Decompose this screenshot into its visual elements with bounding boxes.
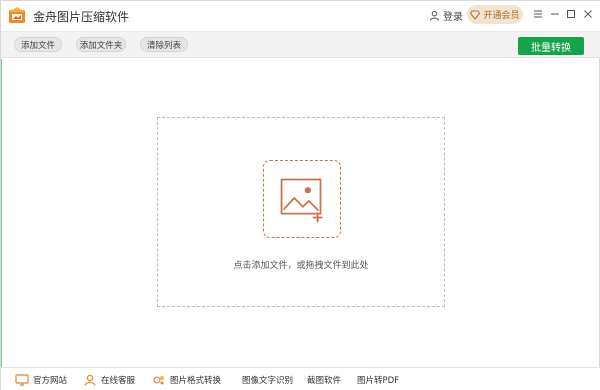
close-button[interactable]: [581, 7, 595, 21]
add-image-icon: [280, 178, 323, 223]
image-format-convert-link[interactable]: 图片格式转换: [152, 374, 221, 386]
maximize-icon: [567, 10, 575, 18]
file-drop-zone[interactable]: 点击添加文件，或拖拽文件到此处: [157, 117, 445, 307]
online-support-link[interactable]: 在线客服: [83, 374, 135, 386]
user-icon: [429, 10, 440, 21]
monitor-icon: [15, 374, 29, 386]
diamond-icon: [470, 10, 481, 20]
vip-button[interactable]: 开通会员: [467, 5, 523, 24]
footer-item-label: 图片格式转换: [170, 376, 222, 386]
left-accent-line: [1, 59, 2, 367]
footer-item-label: 截图软件: [307, 376, 342, 386]
app-title: 金舟图片压缩软件: [33, 10, 130, 24]
add-file-button[interactable]: 添加文件: [14, 37, 62, 52]
footer-item-label: 图像文字识别: [242, 376, 294, 386]
app-logo-icon: [8, 6, 26, 24]
support-icon: [84, 374, 96, 386]
screenshot-software-link[interactable]: 截图软件: [307, 374, 341, 386]
menu-button[interactable]: [531, 7, 545, 21]
add-folder-button[interactable]: 添加文件夹: [76, 37, 126, 52]
footer-bar: 官方网站 在线客服 图片格式转换 图像文字识别 截图软件 图片转PDF: [1, 367, 600, 390]
toolbar: 添加文件 添加文件夹 清除列表 批量转换: [1, 31, 600, 58]
minimize-icon: [551, 13, 559, 15]
app-link-icon: [153, 376, 164, 385]
add-image-button[interactable]: [263, 160, 341, 238]
app-window: 金舟图片压缩软件 登录 开通会员 添加文件 添加文件夹 清除列表 批量转换 点击…: [0, 0, 600, 390]
title-bar: 金舟图片压缩软件 登录 开通会员: [1, 1, 600, 31]
footer-item-label: 图片转PDF: [357, 376, 400, 386]
maximize-button[interactable]: [564, 7, 578, 21]
login-button[interactable]: 登录: [429, 8, 463, 23]
vip-label: 开通会员: [483, 11, 520, 21]
login-label: 登录: [443, 12, 463, 23]
minimize-button[interactable]: [548, 7, 562, 21]
footer-item-label: 在线客服: [101, 376, 136, 386]
close-icon: [584, 10, 592, 18]
official-website-link[interactable]: 官方网站: [15, 374, 67, 386]
footer-item-label: 官方网站: [33, 376, 68, 386]
menu-icon: [534, 10, 542, 18]
image-to-pdf-link[interactable]: 图片转PDF: [357, 374, 399, 386]
drop-hint-text: 点击添加文件，或拖拽文件到此处: [233, 261, 369, 271]
batch-convert-button[interactable]: 批量转换: [518, 37, 584, 55]
clear-list-button[interactable]: 清除列表: [140, 37, 188, 52]
image-ocr-link[interactable]: 图像文字识别: [242, 374, 293, 386]
